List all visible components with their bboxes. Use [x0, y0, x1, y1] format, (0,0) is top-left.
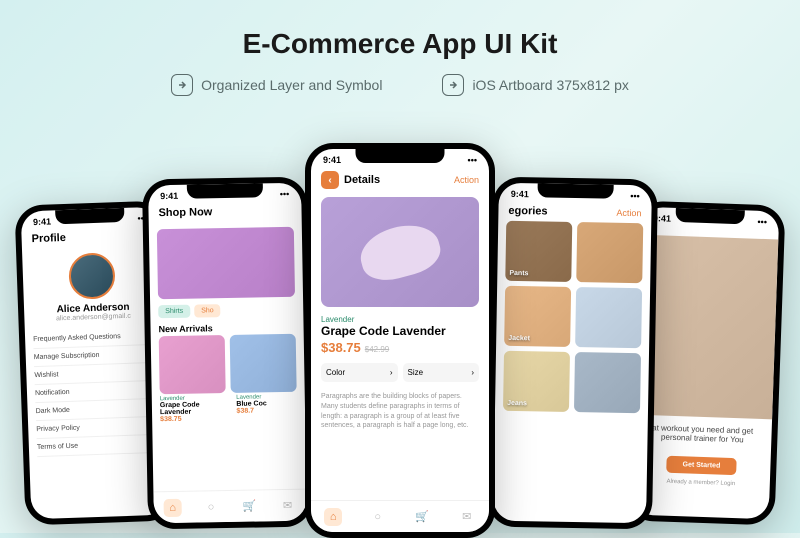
product-name: Grape Code Lavender: [311, 324, 489, 338]
arrow-right-icon: [442, 74, 464, 96]
feature-1-text: Organized Layer and Symbol: [201, 77, 382, 93]
categories-header: egories: [508, 205, 547, 218]
nav-cart-icon[interactable]: 🛒: [240, 497, 258, 515]
nav-mail-icon[interactable]: ✉: [278, 496, 296, 514]
category-card[interactable]: [575, 287, 642, 348]
category-label: Jacket: [504, 331, 534, 347]
feature-2-text: iOS Artboard 375x812 px: [472, 77, 628, 93]
status-icons: •••: [630, 191, 640, 201]
product-image: [321, 197, 479, 307]
shop-header: Shop Now: [148, 201, 301, 224]
category-card[interactable]: Pants: [505, 221, 572, 282]
nav-home-icon[interactable]: ⌂: [324, 508, 342, 526]
status-icons: •••: [280, 189, 290, 199]
action-link[interactable]: Action: [616, 208, 641, 218]
product-card[interactable]: [230, 334, 297, 393]
status-time: 9:41: [160, 191, 178, 201]
details-header: Details: [344, 174, 380, 186]
nav-chat-icon[interactable]: ○: [369, 508, 387, 526]
category-card[interactable]: [576, 222, 643, 283]
option-size[interactable]: Size›: [403, 363, 480, 382]
status-time: 9:41: [511, 189, 529, 199]
nav-chat-icon[interactable]: ○: [202, 498, 220, 516]
phone-shop: 9:41••• Shop Now Shirts Sho New Arrivals…: [142, 177, 313, 530]
category-label: Pants: [505, 266, 532, 281]
status-time: 9:41: [33, 216, 51, 227]
product-price: $38.75$42.99: [311, 338, 489, 357]
chip-shirts[interactable]: Shirts: [158, 305, 190, 319]
status-time: 9:41: [323, 155, 341, 165]
status-icons: •••: [757, 217, 767, 227]
hero-title: E-Commerce App UI Kit: [0, 28, 800, 60]
avatar[interactable]: [68, 252, 116, 300]
category-card[interactable]: [574, 352, 641, 413]
status-icons: •••: [468, 155, 477, 165]
hero-image: [157, 227, 295, 299]
feature-1: Organized Layer and Symbol: [171, 74, 382, 96]
get-started-button[interactable]: Get Started: [666, 456, 737, 475]
category-card[interactable]: Jeans: [503, 351, 570, 412]
phone-details: 9:41 ••• ‹ Details Action Lavender Grape C…: [305, 143, 495, 538]
nav-mail-icon[interactable]: ✉: [458, 508, 476, 526]
product-name: Grape Code Lavender: [152, 401, 229, 416]
product-card[interactable]: [159, 335, 226, 394]
profile-header: Profile: [21, 225, 160, 250]
action-link[interactable]: Action: [454, 175, 479, 185]
chip-shoes[interactable]: Sho: [194, 304, 221, 317]
nav-home-icon[interactable]: ⌂: [164, 498, 182, 516]
product-description: Paragraphs are the building blocks of pa…: [311, 388, 489, 435]
arrow-right-icon: [171, 74, 193, 96]
phone-categories: 9:41 ••• egories Action Pants Jacket Jeans: [487, 177, 658, 530]
product-category: Lavender: [311, 311, 489, 324]
option-color[interactable]: Color›: [321, 363, 398, 382]
menu-terms[interactable]: Terms of Use: [37, 435, 160, 457]
back-button[interactable]: ‹: [321, 171, 339, 189]
feature-2: iOS Artboard 375x812 px: [442, 74, 628, 96]
nav-cart-icon[interactable]: 🛒: [413, 508, 431, 526]
product-price: $38.75: [152, 415, 229, 423]
chevron-right-icon: ›: [390, 368, 393, 377]
category-label: Jeans: [503, 396, 531, 411]
category-card[interactable]: Jacket: [504, 286, 571, 347]
product-price: $38.7: [228, 407, 305, 415]
product-old-price: $42.99: [365, 345, 389, 354]
chevron-right-icon: ›: [471, 368, 474, 377]
